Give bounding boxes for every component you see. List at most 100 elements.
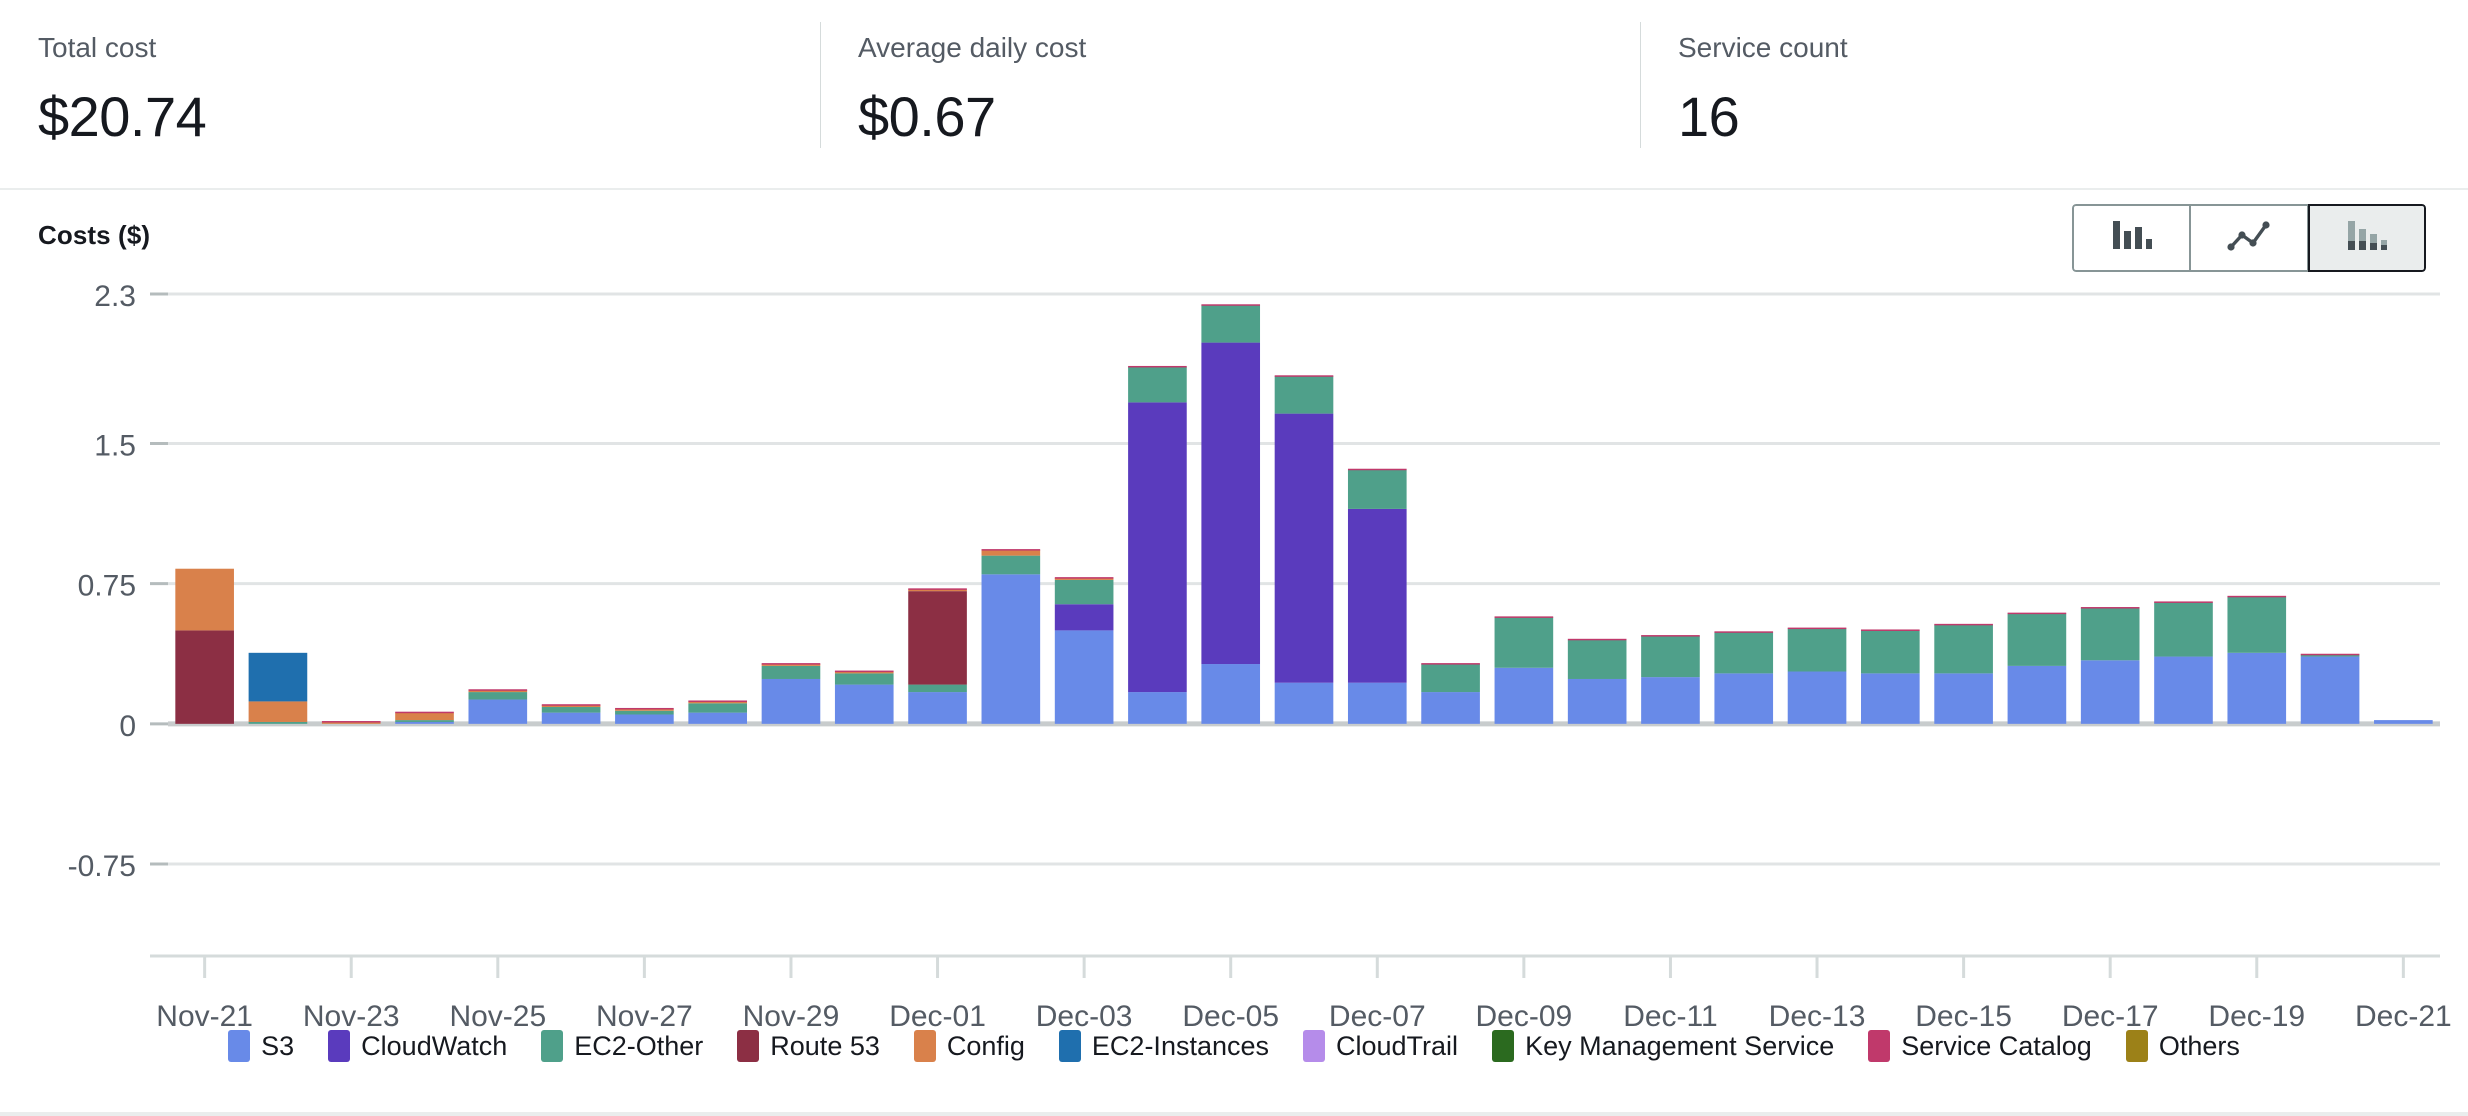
bar-stack [2374, 720, 2433, 724]
bar-stack [1714, 631, 1774, 724]
bar-segment [761, 663, 821, 665]
bar-segment [1201, 305, 1261, 343]
chart-legend[interactable]: S3 CloudWatch EC2-Other Route 53 Config EC2-I… [0, 1030, 2468, 1062]
bar-segment [1128, 366, 1187, 403]
legend-item[interactable]: Others [2125, 1030, 2240, 1062]
bar-stack [1421, 663, 1480, 724]
y-axis-tick-label: -0.75 [68, 850, 136, 883]
bar-stack [2227, 595, 2287, 724]
bar-segment [1201, 304, 1261, 306]
bar-segment [981, 549, 1041, 551]
bar-segment [1934, 624, 1993, 674]
bar-segment [834, 670, 894, 673]
legend-color-swatch [1492, 1030, 1515, 1062]
bar-stack [1641, 635, 1700, 724]
legend-item[interactable]: CloudTrail [1303, 1030, 1458, 1062]
bar-segment [1347, 682, 1407, 724]
legend-color-swatch [913, 1030, 936, 1062]
y-axis-tick-label: 1.5 [94, 430, 136, 463]
y-axis-tick-label: 2.3 [94, 280, 136, 313]
legend-item[interactable]: Config [913, 1030, 1025, 1062]
line-chart-icon [2226, 218, 2272, 259]
bar-segment [834, 684, 894, 724]
bar-segment [1787, 628, 1847, 672]
bar-segment [1787, 671, 1847, 724]
legend-item[interactable]: S3 [228, 1030, 294, 1062]
legend-label: CloudTrail [1336, 1030, 1459, 1061]
legend-label: EC2-Instances [1091, 1030, 1270, 1061]
bar-segment [1201, 664, 1261, 724]
kpi-total-cost: Total cost $20.74 [0, 0, 820, 188]
bar-stack [2300, 653, 2360, 724]
bottom-divider [0, 1112, 2468, 1116]
kpi-label: Service count [1678, 32, 1848, 63]
bar-stack [1934, 623, 1993, 724]
bar-stack [1054, 577, 1114, 724]
x-axis-tick-label: Dec-07 [1329, 1000, 1426, 1033]
stacked-bar-chart[interactable]: 2.3 1.5 0.75 0 -0.75 Nov-21 Nov-23 Nov-25 Nov-27… [0, 276, 2468, 1066]
bar-stack [2080, 607, 2140, 724]
x-axis-tick-label: Nov-27 [596, 1000, 693, 1033]
bar-segment [2300, 653, 2360, 656]
y-axis-tick-label: 0.75 [78, 570, 136, 603]
legend-item[interactable]: CloudWatch [328, 1030, 507, 1062]
bar-chart-toggle-button[interactable] [2072, 204, 2190, 272]
x-axis-tick-label: Dec-05 [1182, 1000, 1279, 1033]
bar-segment [981, 550, 1041, 556]
kpi-value: $20.74 [38, 85, 207, 149]
bar-stack [1787, 627, 1847, 724]
chart-type-toggle-group[interactable] [2072, 204, 2426, 272]
legend-color-swatch [228, 1030, 251, 1062]
bar-segment [1934, 673, 1993, 724]
legend-item[interactable]: Service Catalog [1868, 1030, 2092, 1062]
kpi-divider [1640, 22, 1641, 148]
kpi-service-count: Service count 16 [1640, 0, 2468, 188]
bar-segment [908, 591, 967, 685]
bar-segment [1128, 402, 1187, 693]
bar-segment [468, 689, 528, 691]
x-axis-tick-label: Dec-13 [1769, 1000, 1866, 1033]
bar-segment [1128, 692, 1187, 724]
bar-stack [2154, 601, 2213, 724]
legend-item[interactable]: EC2-Instances [1058, 1030, 1270, 1062]
bar-segment [2227, 596, 2287, 653]
legend-item[interactable]: EC2-Other [541, 1030, 703, 1062]
x-axis-tick-label: Dec-11 [1623, 1000, 1717, 1033]
bar-stack [541, 704, 601, 724]
bar-segment [175, 568, 234, 631]
bar-stack [1567, 638, 1627, 724]
legend-label: CloudWatch [361, 1030, 508, 1061]
bar-stack [761, 663, 821, 724]
bar-segment [1861, 630, 1920, 674]
bar-segment [175, 630, 234, 724]
cost-explorer-page: Total cost $20.74 Average daily cost $0.… [0, 0, 2468, 1116]
kpi-label: Total cost [38, 32, 157, 63]
bar-segment [248, 721, 308, 724]
bar-stack [1494, 616, 1554, 724]
line-chart-toggle-button[interactable] [2190, 204, 2308, 272]
bar-segment [1347, 468, 1407, 471]
bar-chart-icon [2110, 218, 2154, 259]
legend-item[interactable]: Key Management Service [1492, 1030, 1834, 1062]
bar-segment [468, 699, 528, 724]
legend-color-swatch [328, 1030, 351, 1062]
bar-segment [1567, 638, 1627, 641]
bar-segment [908, 692, 967, 724]
chart-plot-area[interactable]: 2.3 1.5 0.75 0 -0.75 Nov-21 Nov-23 Nov-25 Nov-27… [0, 276, 2468, 1066]
bar-segment [1567, 678, 1627, 724]
bar-segment [395, 720, 454, 722]
bar-segment [1641, 677, 1700, 724]
bar-segment [1861, 629, 1920, 631]
bar-segment [1128, 365, 1187, 368]
bar-segment [688, 700, 747, 702]
bar-segment [1347, 469, 1407, 509]
bar-segment [615, 714, 674, 724]
stacked-bar-chart-toggle-button[interactable] [2308, 204, 2426, 272]
bar-segment [1347, 508, 1407, 683]
bar-segment [908, 684, 967, 693]
bar-stack [688, 700, 747, 724]
legend-item[interactable]: Route 53 [737, 1030, 880, 1062]
bar-segment [981, 555, 1041, 575]
legend-color-swatch [737, 1030, 760, 1062]
bar-segment [541, 707, 601, 713]
